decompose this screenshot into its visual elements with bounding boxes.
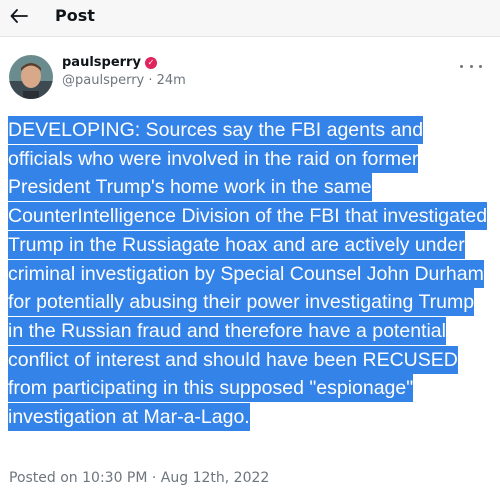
top-bar: Post (0, 0, 500, 37)
avatar[interactable] (9, 55, 53, 99)
tweet-text-selection: DEVELOPING: Sources say the FBI agents a… (8, 116, 488, 432)
arrow-left-icon (10, 9, 28, 23)
more-options-button[interactable] (460, 58, 482, 74)
author-name[interactable]: paulsperry ✓ (62, 55, 157, 70)
verified-badge-icon: ✓ (144, 56, 157, 69)
page-title: Post (55, 6, 95, 25)
author-handle-time: @paulsperry · 24m (62, 73, 186, 88)
back-button[interactable] (6, 3, 32, 29)
more-horizontal-icon (460, 64, 463, 68)
tweet-text: DEVELOPING: Sources say the FBI agents a… (8, 116, 492, 432)
author-username: paulsperry (62, 55, 141, 70)
post-timestamp: Posted on 10:30 PM · Aug 12th, 2022 (9, 470, 270, 486)
